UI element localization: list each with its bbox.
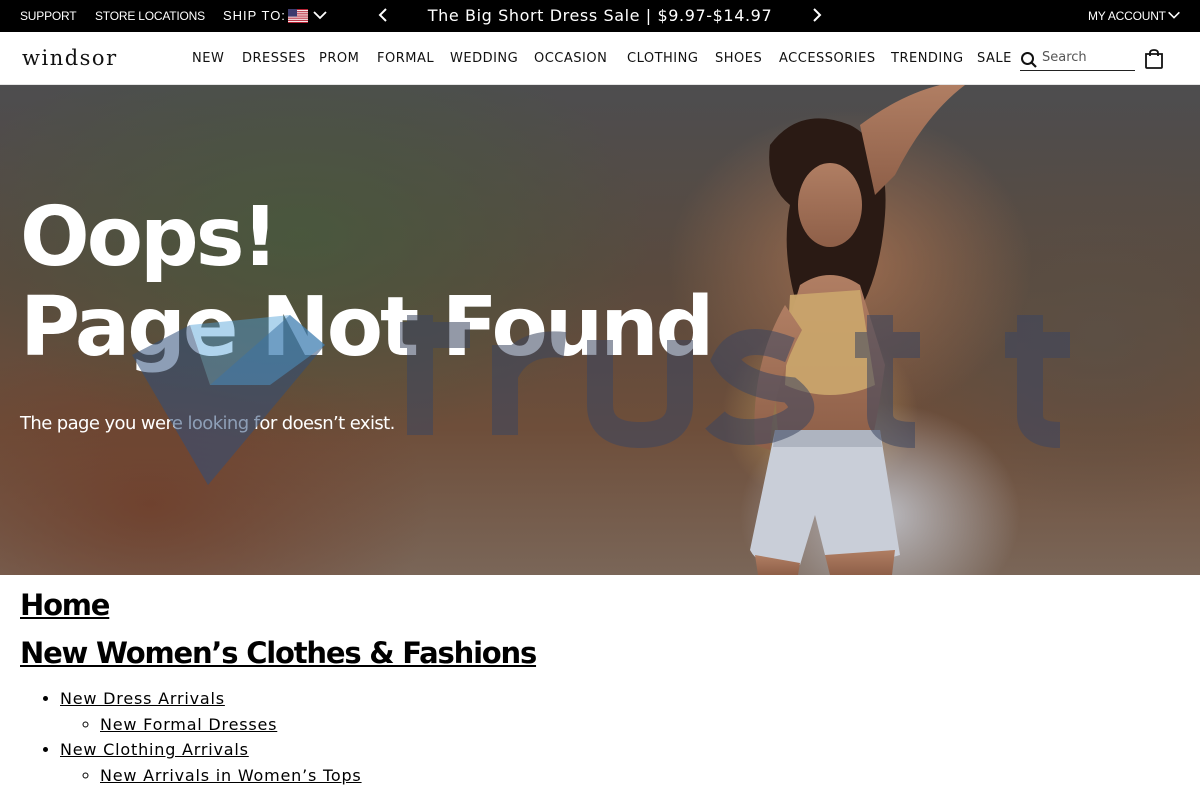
list-item: New Clothing Arrivals New Arrivals in Wo… (60, 737, 1180, 788)
promo-next-chevron-icon[interactable] (808, 6, 826, 24)
nav-occasion[interactable]: OCCASION (534, 51, 607, 66)
promo-prev-chevron-icon[interactable] (375, 6, 393, 24)
list-item: New Dress Arrivals New Formal Dresses (60, 686, 1180, 737)
nav-wedding[interactable]: WEDDING (450, 51, 518, 66)
nav-shoes[interactable]: SHOES (715, 51, 762, 66)
search-icon[interactable] (1020, 51, 1038, 69)
list-item: New Formal Dresses (100, 712, 1180, 738)
list-item: New Arrivals in Women’s Tops (100, 763, 1180, 789)
nav-formal[interactable]: FORMAL (377, 51, 434, 66)
nav-trending[interactable]: TRENDING (891, 51, 964, 66)
sitemap-sublist: New Formal Dresses (100, 712, 1180, 738)
hero-model-image (750, 85, 965, 575)
nav-dresses[interactable]: DRESSES (242, 51, 306, 66)
sitemap-list: New Dress Arrivals New Formal Dresses Ne… (60, 686, 1180, 788)
my-account-link[interactable]: MY ACCOUNT (1088, 9, 1166, 23)
nav-prom[interactable]: PROM (319, 51, 359, 66)
search-box[interactable] (1020, 47, 1135, 71)
support-link[interactable]: SUPPORT (20, 9, 77, 23)
us-flag-icon[interactable] (288, 9, 308, 23)
new-womens-clothes-link[interactable]: New Women’s Clothes & Fashions (20, 636, 1180, 670)
nav-new[interactable]: NEW (192, 51, 224, 66)
hero-banner: Oops! Page Not Found The page you were l… (0, 85, 1200, 575)
ship-to-label: SHIP TO: (223, 8, 286, 23)
sitemap-sublist: New Arrivals in Women’s Tops (100, 763, 1180, 789)
hero-subtitle: The page you were looking for doesn’t ex… (20, 413, 395, 434)
hero-title-page-not-found: Page Not Found (20, 280, 714, 375)
store-locations-link[interactable]: STORE LOCATIONS (95, 9, 205, 23)
new-formal-dresses-link[interactable]: New Formal Dresses (100, 715, 277, 734)
account-chevron-down-icon[interactable] (1166, 7, 1182, 23)
nav-accessories[interactable]: ACCESSORIES (779, 51, 876, 66)
nav-sale[interactable]: SALE (977, 51, 1012, 66)
new-dress-arrivals-link[interactable]: New Dress Arrivals (60, 689, 225, 708)
search-input[interactable] (1042, 50, 1132, 65)
home-link[interactable]: Home (20, 588, 1180, 622)
nav-clothing[interactable]: CLOTHING (627, 51, 698, 66)
windsor-logo[interactable]: windsor (22, 46, 118, 70)
main-header: windsor NEW DRESSES PROM FORMAL WEDDING … (0, 32, 1200, 85)
new-clothing-arrivals-link[interactable]: New Clothing Arrivals (60, 740, 249, 759)
promo-message[interactable]: The Big Short Dress Sale | $9.97-$14.97 (420, 6, 780, 25)
chevron-down-icon[interactable] (311, 6, 329, 24)
sitemap-section: Home New Women’s Clothes & Fashions New … (20, 588, 1180, 788)
top-utility-bar: SUPPORT STORE LOCATIONS SHIP TO: The Big… (0, 0, 1200, 32)
new-arrivals-womens-tops-link[interactable]: New Arrivals in Women’s Tops (100, 766, 362, 785)
shopping-bag-icon[interactable] (1143, 48, 1165, 70)
hero-title-oops: Oops! (20, 190, 279, 285)
